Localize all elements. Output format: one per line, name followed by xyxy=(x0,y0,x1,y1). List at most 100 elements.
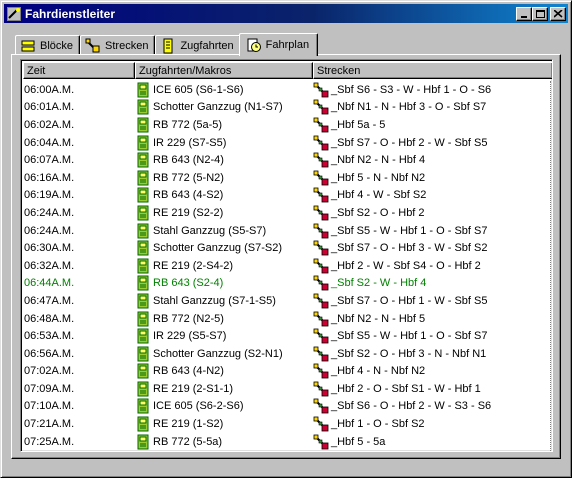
table-row[interactable]: 06:01A.M. Schotter Ganzzug (N1-S7) _Nbf N1… xyxy=(23,99,551,117)
maximize-button[interactable] xyxy=(532,6,548,21)
route-cell: _Sbf S7 - O - Hbf 2 - W - Sbf S5 xyxy=(313,135,551,151)
minimize-button[interactable] xyxy=(516,6,532,21)
train-cell: Schotter Ganzzug (N1-S7) xyxy=(135,99,313,115)
table-row[interactable]: 06:02A.M. RB 772 (5a-5) _Hbf 5a - 5 xyxy=(23,116,551,134)
table-row[interactable]: 06:24A.M. RE 219 (S2-2) _Sbf S2 - O - Hbf … xyxy=(23,204,551,222)
train-cell: RB 772 (5a-5) xyxy=(135,117,313,133)
table-row[interactable]: 06:00A.M. ICE 605 (S6-1-S6) _Sbf S6 - S3 -… xyxy=(23,81,551,99)
train-cell: RB 643 (N2-4) xyxy=(135,152,313,168)
route-icon xyxy=(313,170,329,186)
time-cell: 06:00A.M. xyxy=(23,84,135,96)
route-value: _Hbf 4 - W - Sbf S2 xyxy=(331,189,427,202)
train-cell: RB 643 (4-S2) xyxy=(135,187,313,203)
train-value: RE 219 (1-S2) xyxy=(153,418,224,431)
table-row[interactable]: 06:04A.M. IR 229 (S7-S5) _Sbf S7 - O - Hbf… xyxy=(23,134,551,152)
window-title: Fahrdienstleiter xyxy=(25,6,116,21)
route-value: _Nbf N2 - N - Hbf 4 xyxy=(331,154,426,167)
table-row[interactable]: 06:56A.M. Schotter Ganzzug (S2-N1) _Sbf S2… xyxy=(23,345,551,363)
route-cell: _Hbf 4 - N - Nbf N2 xyxy=(313,363,551,379)
route-cell: _Hbf 2 - O - Sbf S1 - W - Hbf 1 xyxy=(313,381,551,397)
route-value: _Hbf 5 - N - Nbf N2 xyxy=(331,171,426,184)
tab-label: Strecken xyxy=(105,39,149,52)
table-row[interactable]: 07:21A.M. RE 219 (1-S2) _Hbf 1 - O - Sbf S… xyxy=(23,415,551,433)
table-row[interactable]: 07:09A.M. RE 219 (2-S1-1) _Hbf 2 - O - Sbf… xyxy=(23,380,551,398)
route-cell: _Nbf N1 - N - Hbf 3 - O - Sbf S7 xyxy=(313,99,551,115)
tab-zugfahrten[interactable]: Zugfahrten xyxy=(155,35,241,55)
app-icon xyxy=(7,6,21,21)
route-value: _Sbf S5 - W - Hbf 1 - O - Sbf S7 xyxy=(331,224,488,237)
train-icon xyxy=(137,416,149,432)
train-icon xyxy=(137,258,149,274)
route-value: _Hbf 4 - N - Nbf N2 xyxy=(331,365,426,378)
table-row[interactable]: 06:48A.M. RB 772 (N2-5) _Nbf N2 - N - Hbf … xyxy=(23,310,551,328)
tab-fahrplan[interactable]: Fahrplan xyxy=(238,33,319,56)
window-controls xyxy=(516,6,566,21)
train-cell: IR 229 (S5-S7) xyxy=(135,328,313,344)
route-value: _Nbf N2 - N - Hbf 5 xyxy=(331,312,426,325)
train-cell: RB 643 (4-N2) xyxy=(135,363,313,379)
route-icon xyxy=(313,363,329,379)
table-row[interactable]: 07:25A.M. RB 772 (5-5a) _Hbf 5 - 5a xyxy=(23,433,551,451)
route-icon xyxy=(313,135,329,150)
table-row[interactable]: 06:44A.M. RB 643 (S2-4) _Sbf S2 - W - Hbf … xyxy=(23,275,551,293)
train-cell: Schotter Ganzzug (S2-N1) xyxy=(135,346,313,362)
route-icon xyxy=(313,187,329,203)
train-icon xyxy=(137,275,149,291)
route-icon xyxy=(313,293,329,309)
route-cell: _Sbf S2 - O - Hbf 2 xyxy=(313,205,551,221)
train-icon xyxy=(137,152,149,168)
train-value: RB 643 (4-S2) xyxy=(153,189,224,202)
close-button[interactable] xyxy=(550,6,566,21)
route-value: _Sbf S7 - O - Hbf 3 - W - Sbf S2 xyxy=(331,242,488,255)
train-cell: RE 219 (2-S4-2) xyxy=(135,258,313,274)
train-icon xyxy=(137,82,149,98)
train-value: RB 643 (S2-4) xyxy=(153,277,224,290)
table-row[interactable]: 07:10A.M. ICE 605 (S6-2-S6) _Sbf S6 - O - … xyxy=(23,398,551,416)
time-value: 06:24A.M. xyxy=(24,206,75,219)
train-icon xyxy=(137,99,149,115)
route-icon xyxy=(313,99,329,115)
table-row[interactable]: 06:24A.M. Stahl Ganzzug (S5-S7) _Sbf S5 - … xyxy=(23,222,551,240)
train-runs-icon xyxy=(163,38,173,53)
train-icon xyxy=(137,398,149,414)
column-header-strecken[interactable]: Strecken xyxy=(313,62,552,79)
timetable-list[interactable]: Zeit Zugfahrten/Makros Strecken 06:00A.M… xyxy=(20,59,553,452)
train-value: RE 219 (S2-2) xyxy=(153,206,224,219)
table-row[interactable]: 07:02A.M. RB 643 (4-N2) _Hbf 4 - N - Nbf N… xyxy=(23,363,551,381)
tab-label: Zugfahrten xyxy=(180,39,234,52)
route-cell: _Hbf 5 - 5a xyxy=(313,434,551,450)
table-row[interactable]: 06:07A.M. RB 643 (N2-4) _Nbf N2 - N - Hbf … xyxy=(23,151,551,169)
train-value: RB 643 (4-N2) xyxy=(153,365,224,378)
tab-bloecke[interactable]: Blöcke xyxy=(15,35,81,55)
train-cell: RB 772 (5-5a) xyxy=(135,434,313,450)
route-value: _Sbf S7 - O - Hbf 2 - W - Sbf S5 xyxy=(331,136,488,149)
route-value: _Hbf 2 - O - Sbf S1 - W - Hbf 1 xyxy=(331,382,481,395)
tab-label: Fahrplan xyxy=(265,39,310,51)
minimize-icon xyxy=(521,15,527,18)
time-cell: 06:30A.M. xyxy=(23,242,135,254)
column-header-zugfahrten[interactable]: Zugfahrten/Makros xyxy=(135,62,313,79)
table-row[interactable]: 06:16A.M. RB 772 (5-N2) _Hbf 5 - N - Nbf N… xyxy=(23,169,551,187)
table-row[interactable]: 06:47A.M. Stahl Ganzzug (S7-1-S5) _Sbf S7 … xyxy=(23,292,551,310)
train-icon xyxy=(137,381,149,397)
table-row[interactable]: 06:53A.M. IR 229 (S5-S7) _Sbf S5 - W - Hbf… xyxy=(23,327,551,345)
route-value: _Hbf 5 - 5a xyxy=(331,435,386,448)
title-bar[interactable]: Fahrdienstleiter xyxy=(4,4,568,23)
train-icon xyxy=(137,328,149,344)
route-icon xyxy=(313,275,329,291)
table-row[interactable]: 06:30A.M. Schotter Ganzzug (S7-S2) _Sbf S7… xyxy=(23,239,551,257)
route-icon xyxy=(313,223,329,238)
route-cell: _Sbf S6 - S3 - W - Hbf 1 - O - S6 xyxy=(313,82,551,98)
table-row[interactable]: 06:32A.M. RE 219 (2-S4-2) _Hbf 2 - W - Sbf… xyxy=(23,257,551,275)
time-cell: 07:21A.M. xyxy=(23,418,135,430)
table-row[interactable]: 06:19A.M. RB 643 (4-S2) _Hbf 4 - W - Sbf S… xyxy=(23,187,551,205)
maximize-icon xyxy=(536,9,545,18)
tab-strip: Blöcke Strecken Zugfahrten Fahrplan xyxy=(15,31,319,56)
train-cell: RB 643 (S2-4) xyxy=(135,275,313,291)
time-value: 07:02A.M. xyxy=(24,365,75,378)
time-value: 06:44A.M. xyxy=(24,277,75,290)
tab-strecken[interactable]: Strecken xyxy=(80,35,156,55)
route-icon xyxy=(313,258,329,274)
column-header-zeit[interactable]: Zeit xyxy=(23,62,135,79)
train-icon xyxy=(137,223,149,239)
